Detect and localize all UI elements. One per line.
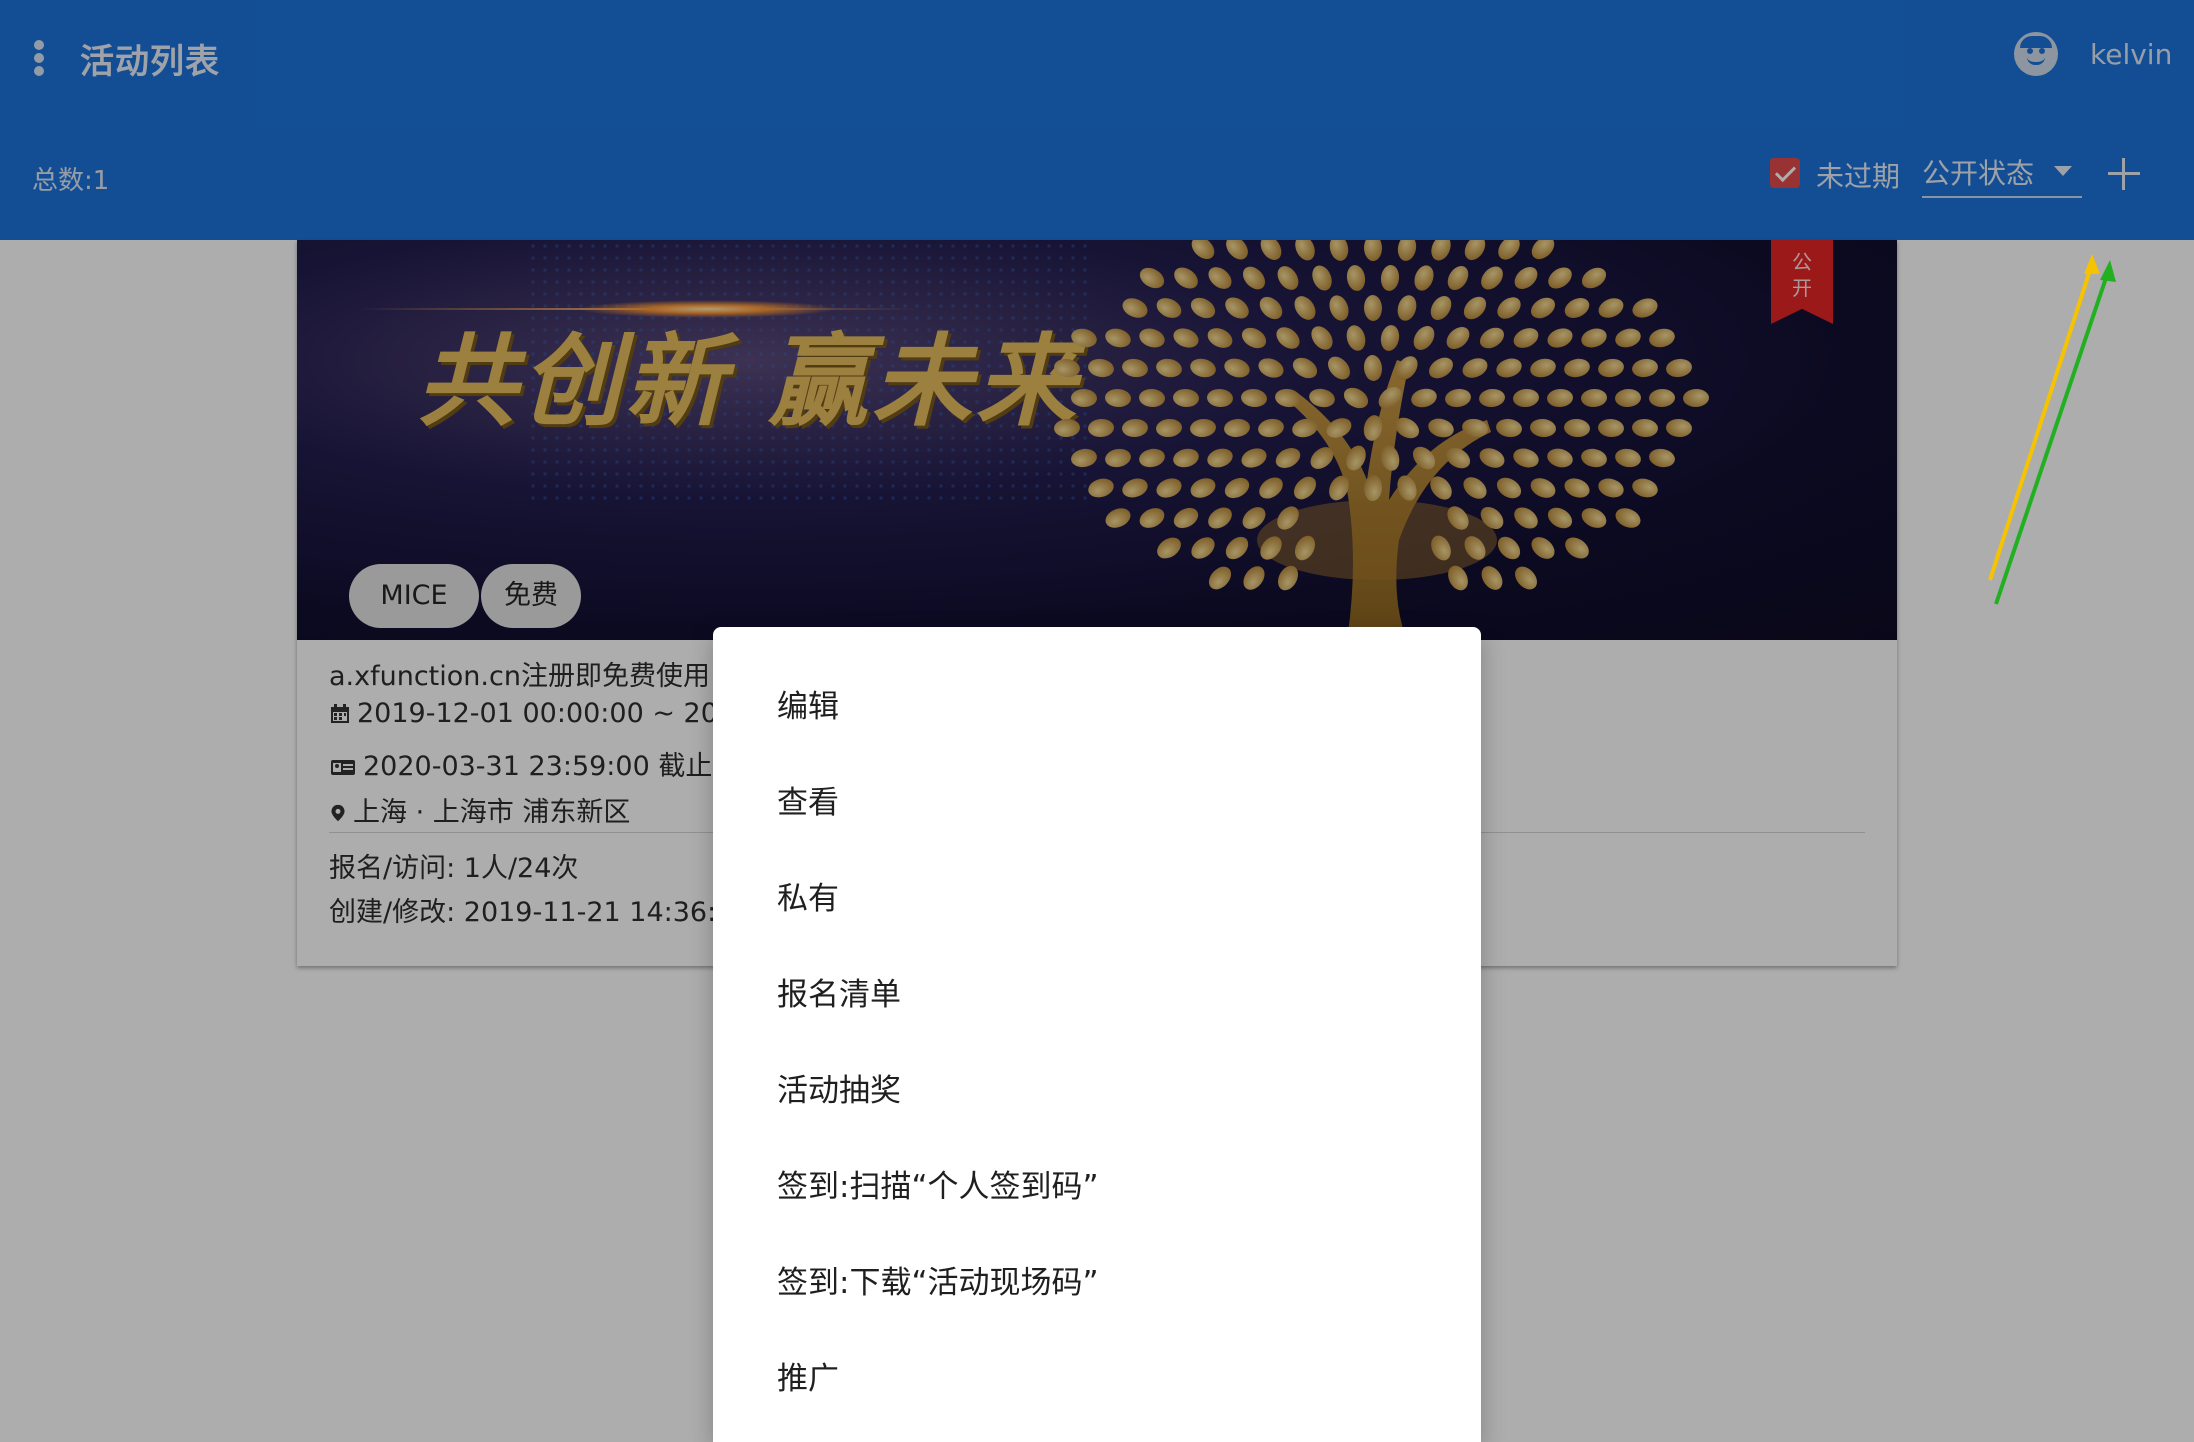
menu-item-checkin-download[interactable]: 签到:下载“活动现场码”: [713, 1235, 1481, 1331]
menu-item-promote[interactable]: 推广: [713, 1331, 1481, 1427]
menu-item-lottery[interactable]: 活动抽奖: [713, 1043, 1481, 1139]
menu-item-private[interactable]: 私有: [713, 851, 1481, 947]
menu-item-checkin-scan[interactable]: 签到:扫描“个人签到码”: [713, 1139, 1481, 1235]
annotation-arrows: [1988, 254, 2116, 605]
menu-item-view[interactable]: 查看: [713, 755, 1481, 851]
menu-item-edit[interactable]: 编辑: [713, 659, 1481, 755]
event-action-menu: 编辑 查看 私有 报名清单 活动抽奖 签到:扫描“个人签到码” 签到:下载“活动…: [713, 627, 1481, 1442]
menu-item-registration-list[interactable]: 报名清单: [713, 947, 1481, 1043]
